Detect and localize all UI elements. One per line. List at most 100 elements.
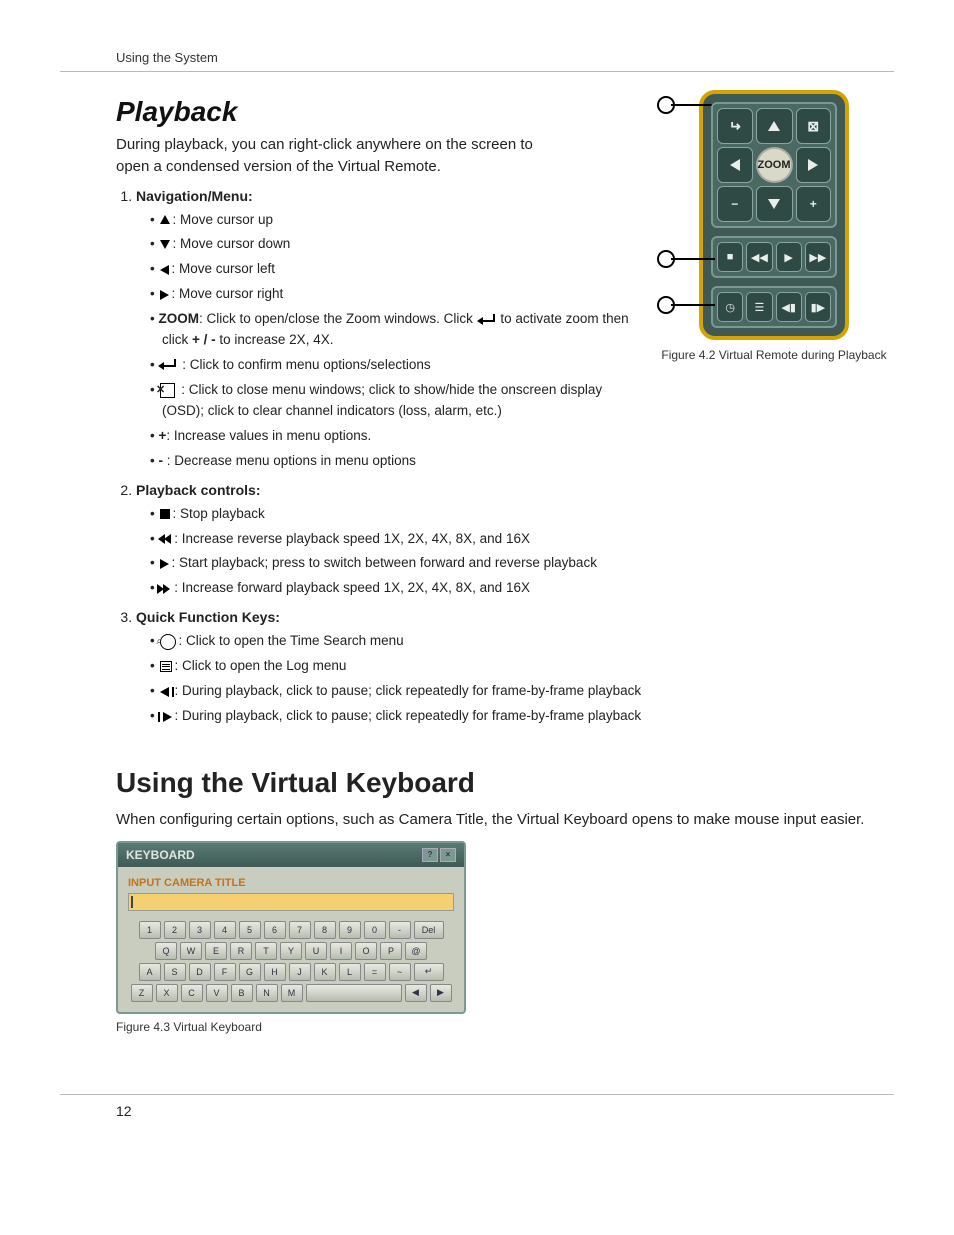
nav-plus-item: +: Increase values in menu options. — [150, 426, 636, 447]
key-q[interactable]: Q — [155, 942, 177, 960]
nav-zoom-item: ZOOM: Click to open/close the Zoom windo… — [150, 309, 636, 351]
remote-log-button[interactable]: ☰ — [746, 292, 772, 322]
key-6[interactable]: 6 — [264, 921, 286, 939]
remote-quick-row: ◷ ☰ ◀▮ ▮▶ — [711, 286, 837, 328]
key-s[interactable]: S — [164, 963, 186, 981]
remote-stepback-button[interactable]: ◀▮ — [776, 292, 802, 322]
key-j[interactable]: J — [289, 963, 311, 981]
key-f[interactable]: F — [214, 963, 236, 981]
playback-list: Navigation/Menu: : Move cursor up : Move… — [116, 188, 636, 472]
remote-timesearch-button[interactable]: ◷ — [717, 292, 743, 322]
remote-forward-button[interactable]: ▶▶ — [805, 242, 831, 272]
remote-enter-button[interactable]: ↵ — [717, 108, 753, 144]
key-k[interactable]: K — [314, 963, 336, 981]
remote-play-button[interactable]: ▶ — [776, 242, 802, 272]
remote-stepfwd-button[interactable]: ▮▶ — [805, 292, 831, 322]
key-d[interactable]: D — [189, 963, 211, 981]
key-p[interactable]: P — [380, 942, 402, 960]
remote-zoom-button[interactable]: ZOOM — [756, 147, 793, 183]
key-8[interactable]: 8 — [314, 921, 336, 939]
key-space[interactable] — [306, 984, 402, 1002]
section-playback-title: Playback — [116, 96, 636, 128]
key-n[interactable]: N — [256, 984, 278, 1002]
keyboard-titlebar: KEYBOARD ? × — [118, 843, 464, 867]
key-b[interactable]: B — [231, 984, 253, 1002]
key-z[interactable]: Z — [131, 984, 153, 1002]
remote-rewind-button[interactable]: ◀◀ — [746, 242, 772, 272]
triangle-right-icon — [160, 290, 169, 300]
remote-right-button[interactable] — [796, 147, 832, 183]
virtual-keyboard-figure: KEYBOARD ? × INPUT CAMERA TITLE 12345678… — [116, 841, 466, 1034]
key-5[interactable]: 5 — [239, 921, 261, 939]
remote-nav-block: ↵ ⊠ ZOOM − + — [711, 102, 837, 228]
keyboard-keys: 1234567890-Del QWERTYUIOP@ ASDFGHJKL=~↵ ZXC… — [128, 921, 454, 1002]
key-del[interactable]: Del — [414, 921, 444, 939]
key-4[interactable]: 4 — [214, 921, 236, 939]
bottom-rule — [60, 1094, 894, 1095]
nav-minus-item: - : Decrease menu options in menu option… — [150, 451, 636, 472]
key-w[interactable]: W — [180, 942, 202, 960]
step-forward-icon — [158, 712, 174, 722]
enter-icon — [479, 314, 495, 326]
key-2[interactable]: 2 — [164, 921, 186, 939]
nav-left-item: : Move cursor left — [150, 259, 636, 280]
triangle-up-icon — [160, 215, 170, 224]
key-r[interactable]: R — [230, 942, 252, 960]
key--[interactable]: - — [389, 921, 411, 939]
key-9[interactable]: 9 — [339, 921, 361, 939]
key-1[interactable]: 1 — [139, 921, 161, 939]
keyboard-input-label: INPUT CAMERA TITLE — [128, 877, 454, 889]
fast-forward-icon — [158, 584, 170, 594]
figure-4-3-caption: Figure 4.3 Virtual Keyboard — [116, 1020, 466, 1034]
key-e[interactable]: E — [205, 942, 227, 960]
key-a[interactable]: A — [139, 963, 161, 981]
keyboard-input-field[interactable] — [128, 893, 454, 911]
key-m[interactable]: M — [281, 984, 303, 1002]
triangle-down-icon — [160, 240, 170, 249]
remote-left-button[interactable] — [717, 147, 753, 183]
section-virtual-keyboard-title: Using the Virtual Keyboard — [116, 767, 894, 799]
rewind-icon — [158, 534, 170, 544]
list-head-playback: Playback controls: — [136, 482, 261, 498]
step-back-icon — [158, 687, 174, 697]
key-o[interactable]: O — [355, 942, 377, 960]
key-h[interactable]: H — [264, 963, 286, 981]
key-=[interactable]: = — [364, 963, 386, 981]
key-v[interactable]: V — [206, 984, 228, 1002]
key-0[interactable]: 0 — [364, 921, 386, 939]
keyboard-close-button[interactable]: × — [440, 848, 456, 862]
figure-4-2-caption: Figure 4.2 Virtual Remote during Playbac… — [654, 348, 894, 362]
key-x[interactable]: X — [156, 984, 178, 1002]
key-arrow-left[interactable]: ◀ — [405, 984, 427, 1002]
key-3[interactable]: 3 — [189, 921, 211, 939]
remote-up-button[interactable] — [756, 108, 793, 144]
pb-play-item: : Start playback; press to switch betwee… — [150, 553, 894, 574]
key-l[interactable]: L — [339, 963, 361, 981]
pb-rew-item: : Increase reverse playback speed 1X, 2X… — [150, 529, 894, 550]
page-number: 12 — [116, 1103, 894, 1119]
list-head-nav: Navigation/Menu: — [136, 188, 253, 204]
key-7[interactable]: 7 — [289, 921, 311, 939]
nav-close-item: ✕ : Click to close menu windows; click t… — [150, 380, 636, 422]
key-y[interactable]: Y — [280, 942, 302, 960]
key-t[interactable]: T — [255, 942, 277, 960]
remote-stop-button[interactable]: ■ — [717, 242, 743, 272]
key-~[interactable]: ~ — [389, 963, 411, 981]
key-c[interactable]: C — [181, 984, 203, 1002]
stop-icon — [160, 509, 170, 519]
remote-down-button[interactable] — [756, 186, 793, 222]
key-i[interactable]: I — [330, 942, 352, 960]
triangle-left-icon — [160, 265, 169, 275]
qf-stepf-item: : During playback, click to pause; click… — [150, 706, 894, 727]
key-enter[interactable]: ↵ — [414, 963, 444, 981]
key-arrow-right[interactable]: ▶ — [430, 984, 452, 1002]
key-g[interactable]: G — [239, 963, 261, 981]
remote-plus-button[interactable]: + — [796, 186, 832, 222]
keyboard-help-button[interactable]: ? — [422, 848, 438, 862]
key-u[interactable]: U — [305, 942, 327, 960]
key-@[interactable]: @ — [405, 942, 427, 960]
remote-minus-button[interactable]: − — [717, 186, 753, 222]
running-head: Using the System — [116, 50, 894, 65]
time-search-icon — [160, 634, 176, 650]
remote-close-button[interactable]: ⊠ — [796, 108, 832, 144]
